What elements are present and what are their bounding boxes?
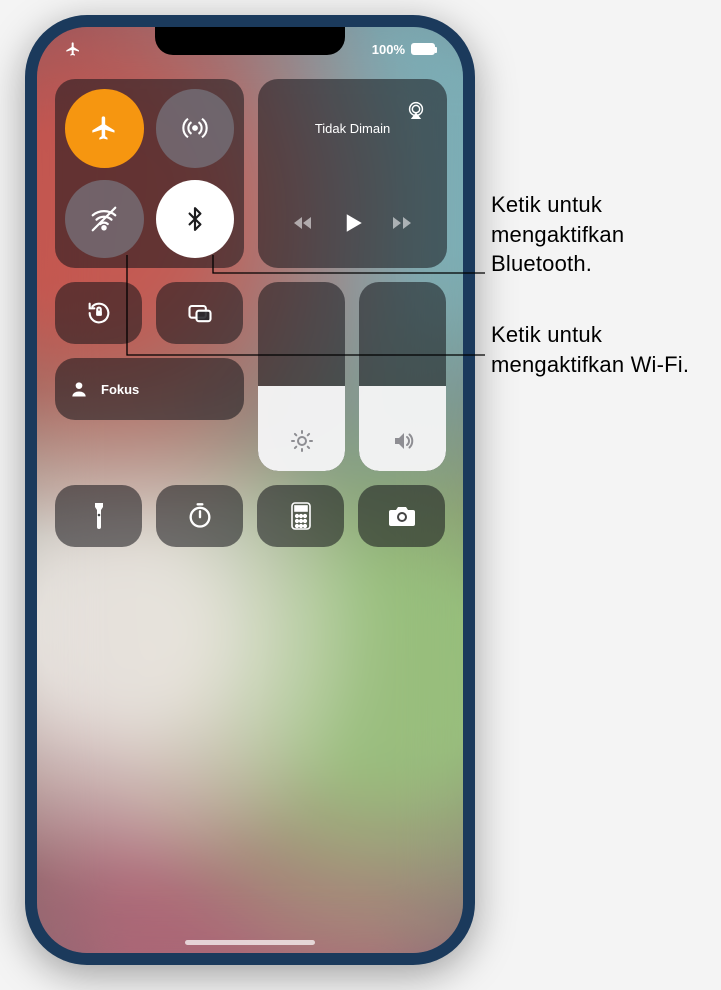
- focus-button[interactable]: Fokus: [55, 358, 244, 420]
- battery-pct: 100%: [372, 42, 405, 57]
- person-icon: [69, 379, 89, 399]
- screen-mirroring-button[interactable]: [156, 282, 243, 344]
- next-track-button[interactable]: [390, 211, 414, 235]
- callout-wifi: Ketik untuk mengaktifkan Wi-Fi.: [491, 320, 721, 379]
- connectivity-tile[interactable]: [55, 79, 244, 268]
- airplane-mode-button[interactable]: [65, 89, 144, 168]
- brightness-slider[interactable]: [258, 282, 345, 471]
- cellular-data-button[interactable]: [156, 89, 235, 168]
- home-indicator[interactable]: [185, 940, 315, 945]
- volume-slider[interactable]: [359, 282, 446, 471]
- airplane-status-icon: [65, 41, 81, 57]
- wifi-button[interactable]: [65, 180, 144, 259]
- focus-label: Fokus: [101, 382, 139, 397]
- flashlight-button[interactable]: [55, 485, 142, 547]
- screen: 100%: [37, 27, 463, 953]
- callout-bluetooth: Ketik untuk mengaktifkan Bluetooth.: [491, 190, 721, 279]
- notch: [155, 27, 345, 55]
- play-button[interactable]: [338, 208, 368, 238]
- brightness-icon: [290, 429, 314, 453]
- calculator-button[interactable]: [257, 485, 344, 547]
- phone-frame: 100%: [25, 15, 475, 965]
- camera-button[interactable]: [358, 485, 445, 547]
- timer-button[interactable]: [156, 485, 243, 547]
- orientation-lock-button[interactable]: [55, 282, 142, 344]
- media-title: Tidak Dimain: [315, 121, 390, 136]
- airplay-icon[interactable]: [405, 99, 427, 121]
- media-tile[interactable]: Tidak Dimain: [258, 79, 447, 268]
- bluetooth-button[interactable]: [156, 180, 235, 259]
- volume-icon: [391, 429, 415, 453]
- previous-track-button[interactable]: [291, 211, 315, 235]
- control-center: Tidak Dimain: [55, 79, 447, 561]
- callouts: Ketik untuk mengaktifkan Bluetooth. Keti…: [491, 0, 721, 500]
- battery-icon: [411, 43, 435, 55]
